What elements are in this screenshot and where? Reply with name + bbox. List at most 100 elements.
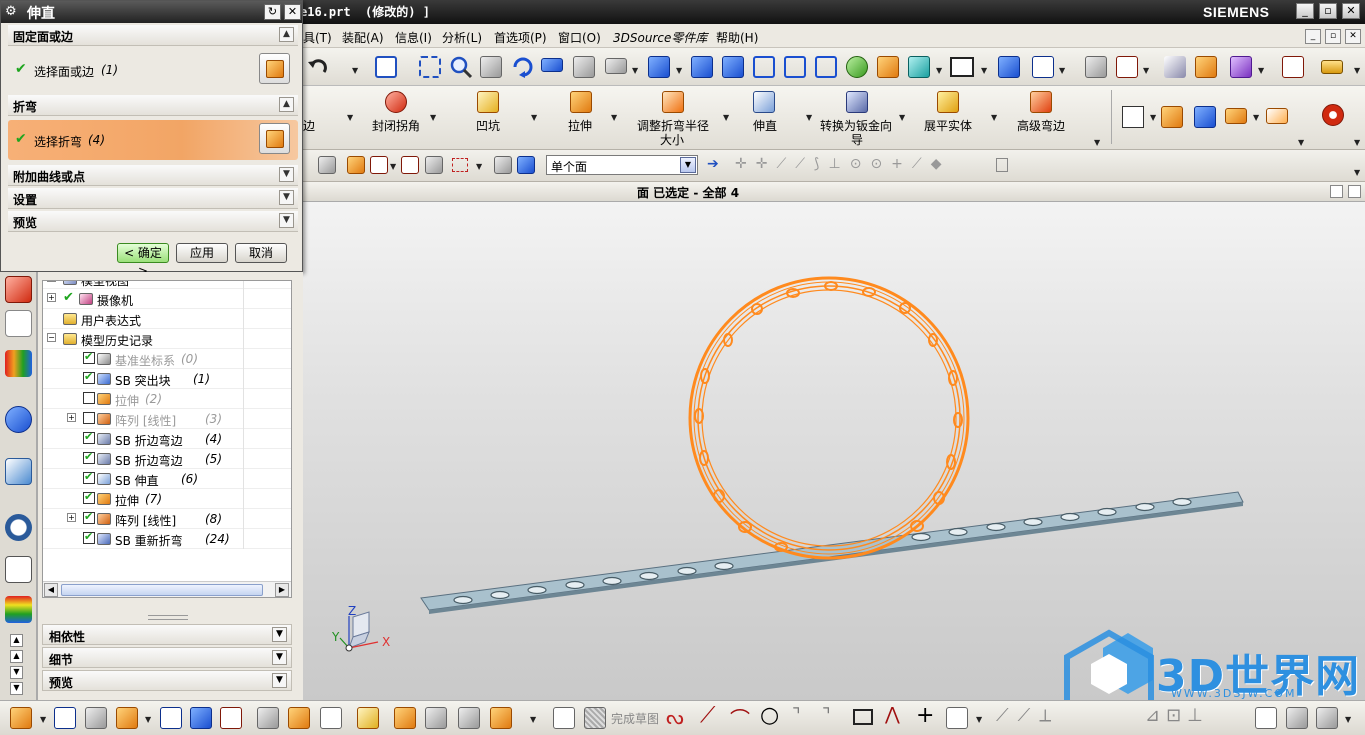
edit-dropdown-icon[interactable]: ▼: [1258, 66, 1264, 75]
corner-dropdown-icon[interactable]: ▼: [430, 113, 436, 122]
block-icon[interactable]: [1194, 106, 1216, 128]
tree-row[interactable]: ✔ SB 折边弯边 (4): [43, 429, 291, 449]
fit-view-icon[interactable]: [375, 56, 397, 78]
collapse-icon[interactable]: −: [47, 333, 56, 342]
select-face-button[interactable]: [259, 53, 290, 84]
perspective-icon[interactable]: [541, 58, 563, 72]
explode-icon[interactable]: [220, 707, 242, 729]
advanced-flange-button[interactable]: 高级弯边: [1017, 117, 1065, 134]
menu-tools[interactable]: 具(T): [303, 29, 332, 46]
reference-set-icon[interactable]: [458, 707, 480, 729]
select-bend-row[interactable]: ✔ 选择折弯 (4): [8, 120, 298, 160]
section-additional[interactable]: 附加曲线或点 ▼: [8, 165, 298, 186]
zoom-window-icon[interactable]: [419, 56, 441, 78]
clip-view-icon[interactable]: [908, 56, 930, 78]
visibility-checkbox[interactable]: [83, 412, 95, 424]
expand-icon[interactable]: +: [67, 513, 76, 522]
sheet-icon[interactable]: [1122, 106, 1144, 128]
orient-view-icon[interactable]: [998, 56, 1020, 78]
section-settings[interactable]: 设置 ▼: [8, 188, 298, 209]
finish-sketch-icon[interactable]: [584, 707, 606, 729]
scroll-up-icon[interactable]: ▲: [10, 650, 23, 663]
expand-icon[interactable]: +: [67, 413, 76, 422]
extrude-button[interactable]: 拉伸: [568, 117, 592, 134]
flat-solid-button[interactable]: 展平实体: [924, 117, 972, 134]
dialog-close-button[interactable]: ✕: [284, 4, 301, 20]
snap-icon[interactable]: [1282, 56, 1304, 78]
unbend-dropdown-icon[interactable]: ▼: [806, 113, 812, 122]
flange-button[interactable]: 边: [303, 117, 315, 134]
menu-info[interactable]: 信息(I): [395, 29, 432, 46]
wcs-icon[interactable]: [1032, 56, 1054, 78]
select-face-row[interactable]: ✔ 选择面或边 (1): [8, 50, 298, 90]
sequence-icon[interactable]: [357, 707, 379, 729]
chevron-down-icon[interactable]: ▼: [272, 673, 287, 688]
view-dropdown-icon[interactable]: ▼: [676, 66, 682, 75]
extrude-dropdown-icon[interactable]: ▼: [611, 113, 617, 122]
convert-to-sheetmetal-icon[interactable]: [846, 91, 868, 113]
undo-dropdown-icon[interactable]: ▼: [352, 66, 358, 75]
expand-icon[interactable]: +: [47, 293, 56, 302]
start-icon[interactable]: [10, 707, 32, 729]
chevron-down-icon[interactable]: ▼: [272, 627, 287, 642]
chevron-down-icon[interactable]: ▼: [279, 167, 294, 182]
arrow-right-icon[interactable]: ➔: [707, 156, 719, 172]
dimple-button[interactable]: 凹坑: [476, 117, 500, 134]
visibility-checkbox[interactable]: ✔: [83, 510, 95, 524]
sketch-dropdown-icon[interactable]: ▼: [1345, 715, 1351, 724]
section-dependencies[interactable]: 相依性 ▼: [42, 624, 292, 645]
sketch-icon[interactable]: [553, 707, 575, 729]
finish-sketch-label[interactable]: 完成草图: [611, 710, 659, 727]
closed-corner-icon[interactable]: [385, 91, 407, 113]
section-view-icon[interactable]: [877, 56, 899, 78]
doc-minimize-button[interactable]: _: [1305, 29, 1321, 44]
close-view-icon[interactable]: [1348, 185, 1361, 198]
chevron-down-icon[interactable]: ▼: [680, 157, 696, 173]
tree-row[interactable]: ✔ SB 重新折弯 (24): [43, 529, 291, 549]
sketch-settings-icon[interactable]: [1316, 707, 1338, 729]
section-fixed-face[interactable]: 固定面或边 ▲: [8, 25, 298, 46]
assembly-navigator-icon[interactable]: [5, 276, 32, 303]
section-nav-preview[interactable]: 预览 ▼: [42, 670, 292, 691]
scroll-down-icon[interactable]: ▼: [10, 682, 23, 695]
flange-dropdown-icon[interactable]: ▼: [347, 113, 353, 122]
resize-dropdown-icon[interactable]: ▼: [723, 113, 729, 122]
system-materials-icon[interactable]: [5, 556, 32, 583]
chamfer-icon[interactable]: ⌝: [822, 705, 830, 726]
gear-icon[interactable]: ⚙: [5, 4, 17, 19]
maximize-view-icon[interactable]: [1330, 185, 1343, 198]
point-icon[interactable]: +: [916, 703, 934, 728]
visibility-checkbox[interactable]: ✔: [83, 470, 95, 484]
tree-hscrollbar[interactable]: ◀ ▶: [43, 581, 291, 597]
visibility-checkbox[interactable]: ✔: [83, 490, 95, 504]
measure-icon[interactable]: [1164, 56, 1186, 78]
constraint-icon[interactable]: [425, 707, 447, 729]
wave-icon[interactable]: [257, 707, 279, 729]
constraint-icons[interactable]: ⊿⊡⊥: [1145, 705, 1209, 726]
clearance-dropdown-icon[interactable]: ▼: [530, 715, 536, 724]
move-icon[interactable]: [160, 707, 182, 729]
trim-extend-icons[interactable]: ⟋⟋⟂: [996, 705, 1060, 726]
tree-row[interactable]: 用户表达式: [43, 309, 291, 329]
add-dropdown-icon[interactable]: ▼: [145, 715, 151, 724]
visibility-checkbox[interactable]: ✔: [83, 450, 95, 464]
offset-dropdown-icon[interactable]: ▼: [976, 715, 982, 724]
datum-dropdown-icon[interactable]: ▼: [1143, 66, 1149, 75]
type-filter-dropdown[interactable]: 单个面 ▼: [546, 155, 698, 175]
background-dropdown-icon[interactable]: ▼: [981, 66, 987, 75]
tree-row[interactable]: ✔ SB 伸直 (6): [43, 469, 291, 489]
reuse-library-icon[interactable]: [5, 350, 32, 377]
fillet-icon[interactable]: ⌝: [792, 705, 800, 726]
clearance-icon[interactable]: [490, 707, 512, 729]
chevron-down-icon[interactable]: ▼: [279, 190, 294, 205]
sheet-dropdown-icon[interactable]: ▼: [1150, 113, 1156, 122]
tree-row[interactable]: ✔ SB 突出块 (1): [43, 369, 291, 389]
visibility-checkbox[interactable]: ✔: [83, 530, 95, 544]
menu-3dsource[interactable]: 3DSource零件库: [613, 29, 707, 46]
tree-row[interactable]: + 模型视图: [43, 281, 291, 289]
tree-row[interactable]: ✔ 基准坐标系 (0): [43, 349, 291, 369]
selection-intent-icon[interactable]: [347, 156, 365, 174]
minimize-button[interactable]: _: [1296, 3, 1314, 19]
view-isometric-icon[interactable]: [691, 56, 713, 78]
part-navigator-icon[interactable]: [5, 310, 32, 337]
